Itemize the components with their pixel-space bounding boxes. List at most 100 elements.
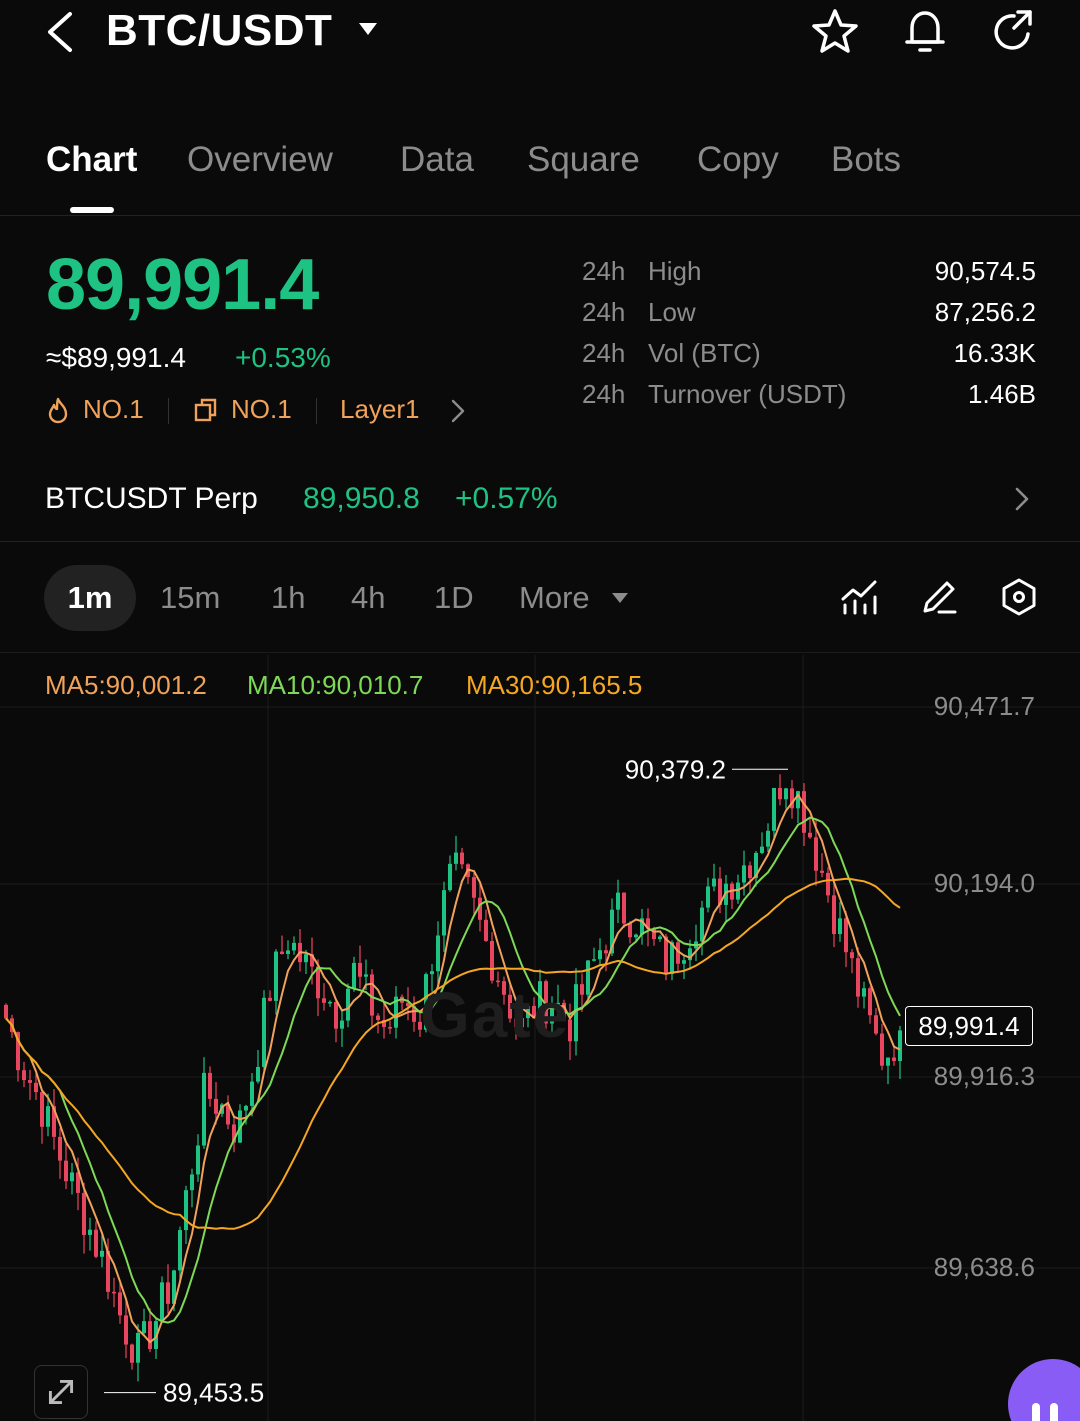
stat-row-low: 24h Low 87,256.2 bbox=[582, 297, 1036, 337]
candle-body bbox=[700, 907, 704, 942]
divider bbox=[316, 398, 317, 424]
draw-pencil-icon[interactable] bbox=[919, 577, 959, 617]
stat-label: High bbox=[648, 256, 702, 286]
candle-body bbox=[148, 1321, 152, 1349]
stat-row-turnover: 24h Turnover (USDT) 1.46B bbox=[582, 379, 1036, 419]
expand-fullscreen-icon[interactable] bbox=[34, 1365, 88, 1419]
candle-body bbox=[118, 1292, 122, 1316]
interval-15m[interactable]: 15m bbox=[160, 580, 220, 616]
tab-square[interactable]: Square bbox=[527, 140, 640, 180]
candle-body bbox=[322, 998, 326, 1003]
perp-row[interactable]: BTCUSDT Perp 89,950.8 +0.57% bbox=[0, 462, 1080, 542]
tab-copy[interactable]: Copy bbox=[697, 140, 779, 180]
candle-body bbox=[346, 988, 350, 1021]
stat-label: Low bbox=[648, 297, 696, 327]
current-price-marker: 89,991.4 bbox=[905, 1006, 1033, 1046]
indicator-icon[interactable] bbox=[839, 577, 879, 617]
pair-title[interactable]: BTC/USDT bbox=[106, 6, 332, 56]
divider bbox=[168, 398, 169, 424]
price-change-percent: +0.53% bbox=[235, 342, 331, 373]
y-axis-tick: 90,471.7 bbox=[933, 691, 1035, 721]
candle-body bbox=[208, 1072, 212, 1099]
stat-period: 24h bbox=[582, 256, 626, 286]
settings-hexagon-icon[interactable] bbox=[999, 577, 1039, 617]
interval-1d[interactable]: 1D bbox=[434, 580, 474, 616]
candle-body bbox=[826, 872, 830, 896]
interval-1h[interactable]: 1h bbox=[271, 580, 305, 616]
candle-body bbox=[844, 918, 848, 953]
candle-body bbox=[388, 1027, 392, 1029]
candle-body bbox=[100, 1250, 104, 1257]
back-arrow-icon[interactable] bbox=[40, 8, 84, 56]
candle-body bbox=[316, 966, 320, 999]
refresh-share-icon[interactable] bbox=[988, 6, 1038, 56]
candle-body bbox=[4, 1004, 8, 1019]
candle-body bbox=[166, 1282, 170, 1304]
candle-body bbox=[340, 1020, 344, 1029]
candle-body bbox=[34, 1082, 38, 1093]
category-tag[interactable]: Layer1 bbox=[340, 394, 420, 425]
candle-body bbox=[664, 936, 668, 975]
caret-down-icon[interactable] bbox=[358, 22, 378, 36]
candle-body bbox=[286, 950, 290, 954]
ma-legend: MA5:90,001.2 MA10:90,010.7 MA30:90,165.5 bbox=[45, 670, 745, 702]
chevron-right-icon[interactable] bbox=[450, 398, 466, 424]
candle-body bbox=[862, 988, 866, 997]
caret-down-icon[interactable] bbox=[611, 592, 629, 604]
candle-body bbox=[280, 951, 284, 954]
stat-label: Turnover (USDT) bbox=[648, 379, 847, 409]
interval-4h[interactable]: 4h bbox=[351, 580, 385, 616]
candle-body bbox=[814, 837, 818, 871]
star-icon[interactable] bbox=[810, 6, 860, 56]
tab-overview[interactable]: Overview bbox=[187, 140, 333, 180]
candle-body bbox=[892, 1057, 896, 1062]
candle-body bbox=[28, 1080, 32, 1083]
candle-body bbox=[430, 971, 434, 975]
candle-body bbox=[784, 788, 788, 800]
candle-body bbox=[244, 1105, 248, 1111]
perp-price: 89,950.8 bbox=[303, 482, 420, 515]
candle-body bbox=[202, 1072, 206, 1146]
candle-body bbox=[604, 950, 608, 954]
stat-value: 1.46B bbox=[968, 379, 1036, 409]
candle-body bbox=[850, 952, 854, 959]
candle-body bbox=[124, 1315, 128, 1345]
hot-rank[interactable]: NO.1 bbox=[83, 394, 144, 425]
candle-body bbox=[214, 1098, 218, 1114]
candlestick-chart[interactable]: 90,379.2 89,453.5 Gate MA5:90,001.2 MA10:… bbox=[0, 655, 1080, 1421]
candle-body bbox=[196, 1145, 200, 1175]
bell-icon[interactable] bbox=[900, 6, 950, 56]
bot-eye bbox=[1050, 1403, 1058, 1421]
candle-body bbox=[706, 886, 710, 908]
candle-body bbox=[70, 1172, 74, 1182]
candle-body bbox=[460, 852, 464, 865]
last-price: 89,991.4 bbox=[46, 245, 319, 325]
tab-chart[interactable]: Chart bbox=[46, 140, 137, 180]
approx-usd-price: ≈$89,991.4 bbox=[46, 342, 186, 373]
candle-body bbox=[658, 936, 662, 940]
candle-body bbox=[352, 962, 356, 989]
candle-body bbox=[712, 878, 716, 887]
flame-icon bbox=[48, 397, 68, 424]
tab-bots[interactable]: Bots bbox=[831, 140, 901, 180]
candle-body bbox=[628, 923, 632, 938]
high-price-label: 90,379.2 bbox=[625, 754, 726, 784]
ma5-line bbox=[5, 793, 901, 1344]
stat-value: 87,256.2 bbox=[934, 297, 1036, 327]
volume-rank[interactable]: NO.1 bbox=[231, 394, 292, 425]
interval-more[interactable]: More bbox=[519, 580, 590, 616]
candle-body bbox=[868, 988, 872, 1016]
candle-body bbox=[376, 1015, 380, 1021]
candle-body bbox=[82, 1192, 86, 1235]
candle-body bbox=[682, 960, 686, 964]
candle-body bbox=[136, 1332, 140, 1363]
tab-data[interactable]: Data bbox=[400, 140, 474, 180]
chevron-right-icon[interactable] bbox=[1012, 484, 1032, 514]
candle-body bbox=[64, 1160, 68, 1182]
candle-body bbox=[442, 890, 446, 936]
candle-body bbox=[472, 877, 476, 898]
candle-body bbox=[256, 1066, 260, 1082]
interval-1m[interactable]: 1m bbox=[44, 565, 136, 631]
candle-body bbox=[130, 1344, 134, 1363]
candle-body bbox=[592, 959, 596, 961]
